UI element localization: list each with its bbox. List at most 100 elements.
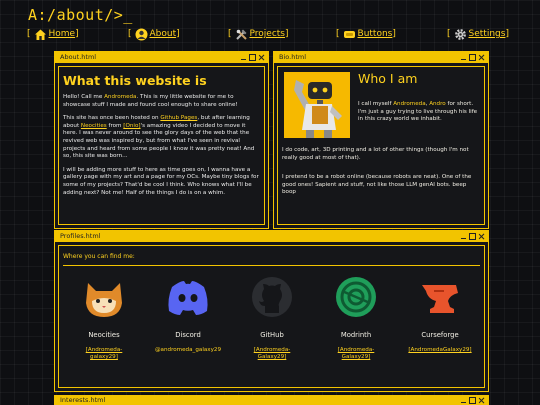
profile-handle-link[interactable]: [AndromedaGalaxy29] <box>398 347 482 354</box>
maximize-icon[interactable] <box>469 397 476 404</box>
profile-github[interactable]: GitHub [Andromeda- Galaxy29] <box>230 273 314 361</box>
about-paragraph-3: I will be adding more stuff to here as t… <box>63 166 259 196</box>
profile-name: GitHub <box>260 331 284 339</box>
bio-content: Who I am I call myself Andromeda, Andro … <box>277 66 485 225</box>
about-titlebar[interactable]: About.html <box>55 52 268 63</box>
nav-projects[interactable]: [ Projects ] <box>228 26 289 42</box>
handle-line: Galaxy29] <box>257 354 287 360</box>
nav-buttons-label: Buttons <box>357 29 393 39</box>
minimize-icon[interactable] <box>460 233 467 240</box>
about-window-title: About.html <box>60 53 97 61</box>
handle-line: [Andromeda- <box>253 347 291 353</box>
nav-bracket: ] <box>176 29 180 39</box>
maximize-icon[interactable] <box>249 54 256 61</box>
profile-curseforge[interactable]: Curseforge [AndromedaGalaxy29] <box>398 273 482 354</box>
nav-settings[interactable]: [ Settings ] <box>447 26 509 42</box>
about-paragraph-2: This site has once been hosted on Github… <box>63 115 260 161</box>
profile-modrinth[interactable]: Modrinth [Andromeda- Galaxy29] <box>314 273 398 361</box>
divider <box>63 265 480 266</box>
window-controls <box>460 52 485 63</box>
profile-handle-link[interactable]: [Andromeda-galaxy29] <box>62 347 146 361</box>
close-icon[interactable] <box>478 233 485 240</box>
text: from <box>106 122 124 129</box>
avatar <box>284 72 350 138</box>
window-controls <box>240 52 265 63</box>
discord-icon <box>164 273 212 321</box>
name-highlight: Andromeda <box>104 94 137 100</box>
window-controls <box>460 396 485 405</box>
about-window: About.html What this website is Hello! C… <box>54 51 269 229</box>
tools-icon <box>235 28 248 41</box>
home-icon <box>34 28 47 41</box>
minimize-icon[interactable] <box>460 397 467 404</box>
close-icon[interactable] <box>478 397 485 404</box>
nav-about[interactable]: [ About ] <box>128 26 180 42</box>
profile-name: Modrinth <box>340 331 372 339</box>
nav-bracket: [ <box>128 29 132 39</box>
profiles-window-title: Profiles.html <box>60 232 101 240</box>
nav-projects-label: Projects <box>249 29 285 39</box>
about-content: What this website is Hello! Call me Andr… <box>58 66 265 225</box>
profile-name: Neocities <box>88 331 120 339</box>
profiles-content: Where you can find me: Neocities [Androm… <box>58 245 485 388</box>
about-paragraph-1: Hello! Call me Andromeda. This is my lit… <box>63 94 260 109</box>
minimize-icon[interactable] <box>460 54 467 61</box>
minimize-icon[interactable] <box>240 54 247 61</box>
text: This site has once been hosted on <box>63 115 161 122</box>
profile-handle-link[interactable]: [Andromeda- Galaxy29] <box>230 347 314 361</box>
nav-bracket: [ <box>228 29 232 39</box>
onio-link[interactable]: [Onio] <box>123 123 140 129</box>
main-nav: [ Home ] [ About ] [ Projects ] [ Button… <box>0 26 540 42</box>
modrinth-icon <box>332 273 380 321</box>
robot-avatar-icon <box>284 72 350 138</box>
profile-name: Discord <box>175 331 201 339</box>
profiles-titlebar[interactable]: Profiles.html <box>55 231 488 242</box>
profile-handle-link[interactable]: [Andromeda- Galaxy29] <box>314 347 398 361</box>
profiles-subtitle: Where you can find me: <box>63 253 135 260</box>
nav-buttons[interactable]: [ Buttons ] <box>336 26 396 42</box>
text: I call myself <box>358 101 394 107</box>
profile-name: Curseforge <box>421 331 459 339</box>
handle-line: [AndromedaGalaxy29] <box>408 347 472 353</box>
about-heading: What this website is <box>63 73 207 88</box>
curseforge-icon <box>416 273 464 321</box>
profile-icon <box>135 28 148 41</box>
profile-handle: @andromeda_galaxy29 <box>146 347 230 354</box>
nav-about-label: About <box>149 29 177 39</box>
close-icon[interactable] <box>478 54 485 61</box>
name-highlight: Andromeda <box>393 101 426 107</box>
handle-line: [Andromeda- <box>337 347 375 353</box>
profile-discord[interactable]: Discord @andromeda_galaxy29 <box>146 273 230 354</box>
maximize-icon[interactable] <box>469 54 476 61</box>
nav-bracket: ] <box>75 29 79 39</box>
handle-line: [Andromeda- <box>85 347 123 353</box>
github-pages-link[interactable]: Github Pages <box>160 115 197 121</box>
profile-neocities[interactable]: Neocities [Andromeda-galaxy29] <box>62 273 146 361</box>
nav-bracket: ] <box>392 29 396 39</box>
nav-bracket: [ <box>447 29 451 39</box>
interests-window-title: Interests.html <box>60 396 106 404</box>
nav-bracket: ] <box>505 29 509 39</box>
bio-paragraph-2: I do code, art, 3D printing and a lot of… <box>282 147 469 161</box>
bio-window: Bio.html Who I am I call myself Andromed… <box>273 51 489 229</box>
bio-titlebar[interactable]: Bio.html <box>274 52 488 63</box>
profiles-window: Profiles.html Where you can find me: Neo… <box>54 230 489 392</box>
neocities-link[interactable]: Neocities <box>81 123 107 129</box>
neocities-cat-icon <box>80 273 128 321</box>
interests-titlebar[interactable]: Interests.html <box>55 396 488 405</box>
bio-heading: Who I am <box>358 71 418 86</box>
window-controls <box>460 231 485 242</box>
bio-paragraph-1: I call myself Andromeda, Andro for short… <box>358 101 483 124</box>
gear-icon <box>454 28 467 41</box>
nav-bracket: [ <box>336 29 340 39</box>
nav-bracket: ] <box>285 29 289 39</box>
handle-line: Galaxy29] <box>341 354 371 360</box>
bio-window-title: Bio.html <box>279 53 306 61</box>
nav-home[interactable]: [ Home ] <box>27 26 79 42</box>
buttons-icon <box>343 28 356 41</box>
handle-line: @andromeda_galaxy29 <box>154 347 222 353</box>
maximize-icon[interactable] <box>469 233 476 240</box>
bio-paragraph-3: I pretend to be a robot online (because … <box>282 174 472 196</box>
close-icon[interactable] <box>258 54 265 61</box>
nav-settings-label: Settings <box>468 29 506 39</box>
